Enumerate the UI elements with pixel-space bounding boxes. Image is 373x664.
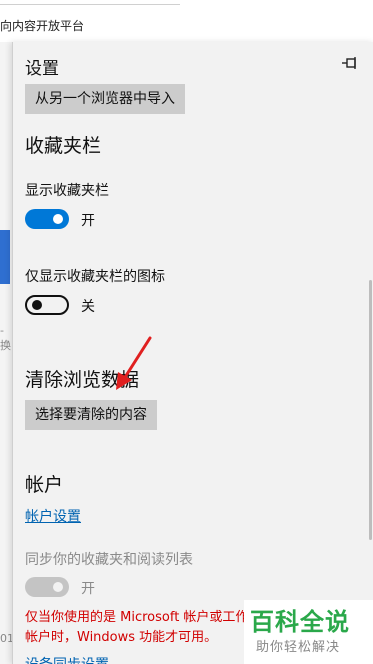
toggle-knob: [53, 214, 63, 224]
toggle-state-text: 开: [81, 213, 95, 229]
browser-top-area: 向内容开放平台: [0, 0, 373, 42]
toggle-knob: [32, 300, 42, 310]
account-heading: 帐户: [25, 474, 64, 496]
bookmark-bar-item[interactable]: 向内容开放平台: [0, 17, 84, 34]
settings-panel: 设置 从另一个浏览器中导入 收藏夹栏 显示收藏夹栏 开 仅显示收藏夹栏的图标 关…: [12, 42, 373, 664]
watermark-subtitle: 助你轻松解决: [256, 640, 341, 655]
background-page: -换 01: [0, 42, 14, 664]
red-arrow-annotation: [116, 336, 152, 390]
sync-toggle[interactable]: [25, 577, 69, 597]
watermark: 百科全说 助你轻松解决: [244, 600, 373, 664]
scrollbar[interactable]: [369, 280, 372, 540]
show-favorites-bar-label: 显示收藏夹栏: [25, 183, 109, 199]
background-blue-block: [0, 230, 10, 284]
address-bar-edge: [0, 0, 180, 5]
watermark-title: 百科全说: [250, 608, 350, 636]
icons-only-label: 仅显示收藏夹栏的图标: [25, 269, 165, 285]
icons-only-toggle[interactable]: [25, 295, 69, 315]
import-from-browser-button[interactable]: 从另一个浏览器中导入: [25, 84, 185, 114]
background-text-fragment: -换: [0, 324, 11, 352]
toggle-knob: [53, 582, 63, 592]
sync-settings-link[interactable]: 设备同步设置: [25, 654, 109, 664]
toggle-state-text: 开: [81, 581, 95, 597]
choose-what-to-clear-button[interactable]: 选择要清除的内容: [25, 400, 157, 430]
panel-title: 设置: [25, 59, 59, 79]
toggle-state-text: 关: [81, 299, 95, 315]
account-warning-text: 仅当你使用的是 Microsoft 帐户或工作帐户时，Windows 功能才可用…: [25, 610, 249, 645]
pin-icon[interactable]: [341, 56, 359, 70]
show-favorites-bar-toggle[interactable]: [25, 209, 69, 229]
account-settings-link[interactable]: 帐户设置: [25, 506, 81, 526]
favorites-bar-heading: 收藏夹栏: [25, 135, 102, 157]
sync-favorites-label: 同步你的收藏夹和阅读列表: [25, 552, 193, 568]
